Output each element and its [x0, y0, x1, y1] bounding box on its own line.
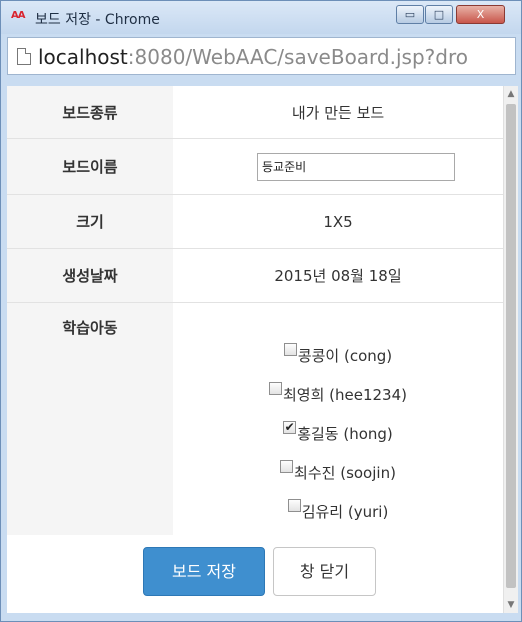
- board-form-table: 보드종류 내가 만든 보드 보드이름 크기 1X5 생성날짜 2015년 08월…: [7, 86, 503, 549]
- kid-label[interactable]: 홍길동 (hong): [297, 415, 393, 454]
- row-created: 생성날짜 2015년 08월 18일: [7, 248, 503, 303]
- save-board-button[interactable]: 보드 저장: [143, 547, 265, 596]
- kid-item: 김유리 (yuri): [173, 493, 503, 532]
- browser-window: AA 보드 저장 - Chrome ▭ □ X localhost:8080/W…: [0, 0, 522, 622]
- kid-checkbox[interactable]: ✔: [283, 421, 297, 434]
- kid-checkbox[interactable]: [287, 499, 301, 512]
- maximize-button[interactable]: □: [425, 5, 453, 24]
- page-icon: [17, 48, 31, 65]
- row-kids: 학습아동 콩콩이 (cong) 최영희 (hee1234) ✔ 홍길동 (hong…: [7, 302, 503, 549]
- url-text[interactable]: localhost:8080/WebAAC/saveBoard.jsp?dro: [38, 45, 468, 69]
- kid-label[interactable]: 김유리 (yuri): [302, 493, 389, 532]
- kids-cell: 콩콩이 (cong) 최영희 (hee1234) ✔ 홍길동 (hong) 최수진…: [173, 302, 503, 549]
- created-label: 생성날짜: [7, 248, 173, 303]
- kid-label[interactable]: 콩콩이 (cong): [298, 337, 392, 376]
- close-window-button[interactable]: X: [456, 5, 505, 24]
- kids-label: 학습아동: [7, 302, 173, 549]
- kid-label[interactable]: 최수진 (soojin): [294, 454, 396, 493]
- page-content: 보드종류 내가 만든 보드 보드이름 크기 1X5 생성날짜 2015년 08월…: [7, 86, 503, 613]
- kid-item: 최영희 (hee1234): [173, 376, 503, 415]
- created-value: 2015년 08월 18일: [173, 248, 503, 303]
- title-bar[interactable]: AA 보드 저장 - Chrome ▭ □ X: [1, 1, 521, 34]
- kid-item: 최수진 (soojin): [173, 454, 503, 493]
- vertical-scrollbar[interactable]: ▲ ▼: [503, 86, 518, 613]
- minimize-button[interactable]: ▭: [396, 5, 424, 24]
- window-title: 보드 저장 - Chrome: [35, 12, 160, 28]
- size-label: 크기: [7, 194, 173, 249]
- form-actions: 보드 저장 창 닫기: [7, 535, 503, 613]
- app-icon: AA: [11, 10, 25, 21]
- kid-item: ✔ 홍길동 (hong): [173, 415, 503, 454]
- url-path: :8080/WebAAC/saveBoard.jsp?dro: [127, 45, 468, 69]
- kid-checkbox[interactable]: [283, 343, 297, 356]
- scroll-thumb[interactable]: [506, 104, 516, 588]
- close-button[interactable]: 창 닫기: [273, 547, 376, 596]
- board-type-value: 내가 만든 보드: [173, 86, 503, 139]
- scroll-down-icon[interactable]: ▼: [504, 597, 518, 613]
- board-name-cell: [173, 138, 503, 195]
- row-size: 크기 1X5: [7, 194, 503, 249]
- kids-list: 콩콩이 (cong) 최영희 (hee1234) ✔ 홍길동 (hong) 최수진…: [173, 319, 503, 532]
- board-name-input[interactable]: [257, 152, 455, 181]
- board-type-label: 보드종류: [7, 86, 173, 139]
- size-value: 1X5: [173, 194, 503, 249]
- row-board-name: 보드이름: [7, 138, 503, 195]
- address-bar[interactable]: localhost:8080/WebAAC/saveBoard.jsp?dro: [7, 37, 516, 75]
- kid-checkbox[interactable]: [280, 460, 294, 473]
- kid-item: 콩콩이 (cong): [173, 337, 503, 376]
- kid-label[interactable]: 최영희 (hee1234): [283, 376, 407, 415]
- board-name-label: 보드이름: [7, 138, 173, 195]
- url-host: localhost: [38, 45, 128, 69]
- scroll-up-icon[interactable]: ▲: [504, 86, 518, 102]
- row-board-type: 보드종류 내가 만든 보드: [7, 86, 503, 139]
- kid-checkbox[interactable]: [268, 382, 282, 395]
